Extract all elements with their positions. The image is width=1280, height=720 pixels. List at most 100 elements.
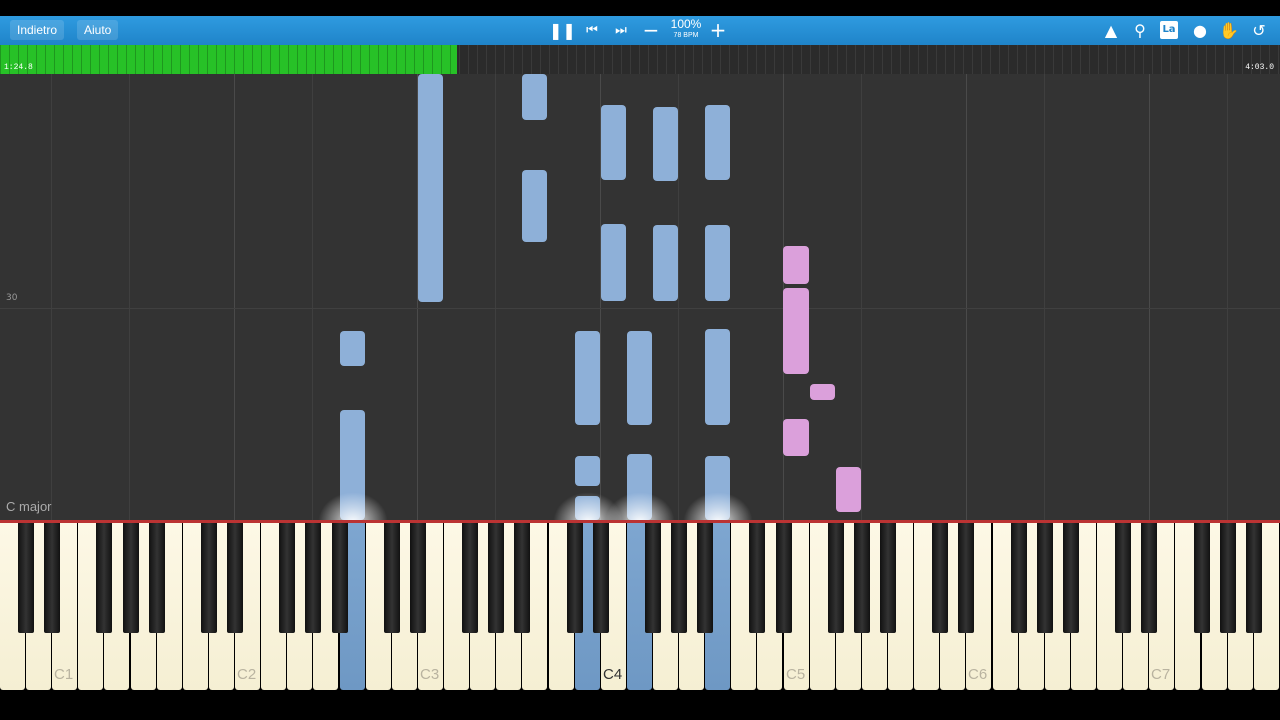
- black-key[interactable]: [828, 523, 844, 633]
- note-bar: [418, 74, 443, 302]
- note-bar: [627, 331, 652, 425]
- black-key[interactable]: [645, 523, 661, 633]
- black-key[interactable]: [1141, 523, 1157, 633]
- note-bar: [705, 329, 730, 425]
- black-key[interactable]: [410, 523, 426, 633]
- prev-icon[interactable]: ⏮: [580, 16, 604, 45]
- pause-icon[interactable]: ❚❚: [549, 16, 576, 45]
- black-key[interactable]: [567, 523, 583, 633]
- note-bar: [575, 456, 600, 486]
- speed-readout: 100% 78 BPM: [666, 18, 706, 40]
- marker-icon[interactable]: ●: [1188, 16, 1212, 45]
- black-key[interactable]: [18, 523, 34, 633]
- note-bar: [783, 288, 809, 374]
- black-key[interactable]: [227, 523, 243, 633]
- measure-line: [0, 308, 1280, 309]
- note-bar: [601, 105, 626, 180]
- grid-line: [51, 74, 52, 520]
- black-key[interactable]: [749, 523, 765, 633]
- grid-line: [495, 74, 496, 520]
- note-bar: [653, 107, 678, 181]
- total-time: 4:03.0: [1245, 63, 1274, 72]
- elapsed-time: 1:24.8: [4, 63, 33, 72]
- black-key[interactable]: [201, 523, 217, 633]
- next-icon[interactable]: ⏭: [609, 16, 633, 45]
- black-key[interactable]: [1115, 523, 1131, 633]
- black-key[interactable]: [279, 523, 295, 633]
- octave-label: C5: [786, 666, 806, 683]
- octave-label: C4: [603, 666, 623, 683]
- black-key[interactable]: [932, 523, 948, 633]
- black-key[interactable]: [305, 523, 321, 633]
- piano-keyboard[interactable]: C1 C2 C3 C4 C5 C6 C7: [0, 520, 1280, 692]
- black-key[interactable]: [1037, 523, 1053, 633]
- piano-roll: 30 C major: [0, 74, 1280, 522]
- note-bar: [836, 467, 861, 512]
- black-key[interactable]: [1011, 523, 1027, 633]
- metronome-icon[interactable]: ▲: [1099, 16, 1123, 45]
- note-bar: [601, 224, 626, 301]
- black-key[interactable]: [384, 523, 400, 633]
- note-bar: [705, 105, 730, 180]
- grid-line: [966, 74, 967, 520]
- black-key[interactable]: [671, 523, 687, 633]
- black-key[interactable]: [958, 523, 974, 633]
- grid-line: [861, 74, 862, 520]
- black-key[interactable]: [1063, 523, 1079, 633]
- key-glow: [683, 492, 753, 522]
- octave-label: C1: [54, 666, 74, 683]
- search-icon[interactable]: ⚲: [1128, 16, 1152, 45]
- minus-icon[interactable]: −: [639, 16, 663, 45]
- black-key[interactable]: [776, 523, 792, 633]
- bottom-letterbox: [0, 692, 1280, 720]
- key-glow: [318, 492, 388, 522]
- key-signature: C major: [6, 499, 52, 514]
- black-key[interactable]: [44, 523, 60, 633]
- progress-bar[interactable]: 1:24.8 4:03.0: [0, 45, 1280, 74]
- progress-fill: [0, 45, 457, 74]
- plus-icon[interactable]: +: [706, 16, 730, 45]
- octave-label: C2: [237, 666, 257, 683]
- tempo-bpm: 78 BPM: [673, 32, 699, 39]
- black-key[interactable]: [514, 523, 530, 633]
- measure-number: 30: [6, 293, 18, 303]
- note-bar: [783, 246, 809, 284]
- toolbar: Indietro Aiuto ❚❚ ⏮ ⏭ − 100% 78 BPM + ▲ …: [0, 16, 1280, 45]
- black-key[interactable]: [332, 523, 348, 633]
- black-key[interactable]: [96, 523, 112, 633]
- grid-line: [312, 74, 313, 520]
- black-key[interactable]: [149, 523, 165, 633]
- grid-line: [1044, 74, 1045, 520]
- key-glow: [605, 492, 675, 522]
- grid-line: [678, 74, 679, 520]
- note-bar: [810, 384, 835, 400]
- black-key[interactable]: [1246, 523, 1262, 633]
- grid-line: [1149, 74, 1150, 520]
- hand-icon[interactable]: ✋: [1217, 16, 1241, 45]
- loop-icon[interactable]: ↺: [1247, 16, 1271, 45]
- help-button[interactable]: Aiuto: [77, 20, 119, 40]
- black-key[interactable]: [123, 523, 139, 633]
- black-key[interactable]: [697, 523, 713, 633]
- key-label-icon[interactable]: La: [1160, 21, 1178, 39]
- note-bar: [522, 170, 547, 242]
- black-key[interactable]: [488, 523, 504, 633]
- grid-line: [1227, 74, 1228, 520]
- black-key[interactable]: [854, 523, 870, 633]
- grid-line: [129, 74, 130, 520]
- back-button[interactable]: Indietro: [10, 20, 65, 40]
- black-key[interactable]: [880, 523, 896, 633]
- note-bar: [653, 225, 678, 301]
- note-bar: [340, 331, 365, 366]
- note-bar: [705, 225, 730, 301]
- black-key[interactable]: [462, 523, 478, 633]
- octave-label: C3: [420, 666, 440, 683]
- octave-label: C6: [968, 666, 988, 683]
- note-bar: [522, 74, 547, 120]
- black-key[interactable]: [1194, 523, 1210, 633]
- black-key[interactable]: [593, 523, 609, 633]
- grid-line: [234, 74, 235, 520]
- black-key[interactable]: [1220, 523, 1236, 633]
- note-bar: [575, 331, 600, 425]
- speed-percent: 100%: [670, 17, 702, 31]
